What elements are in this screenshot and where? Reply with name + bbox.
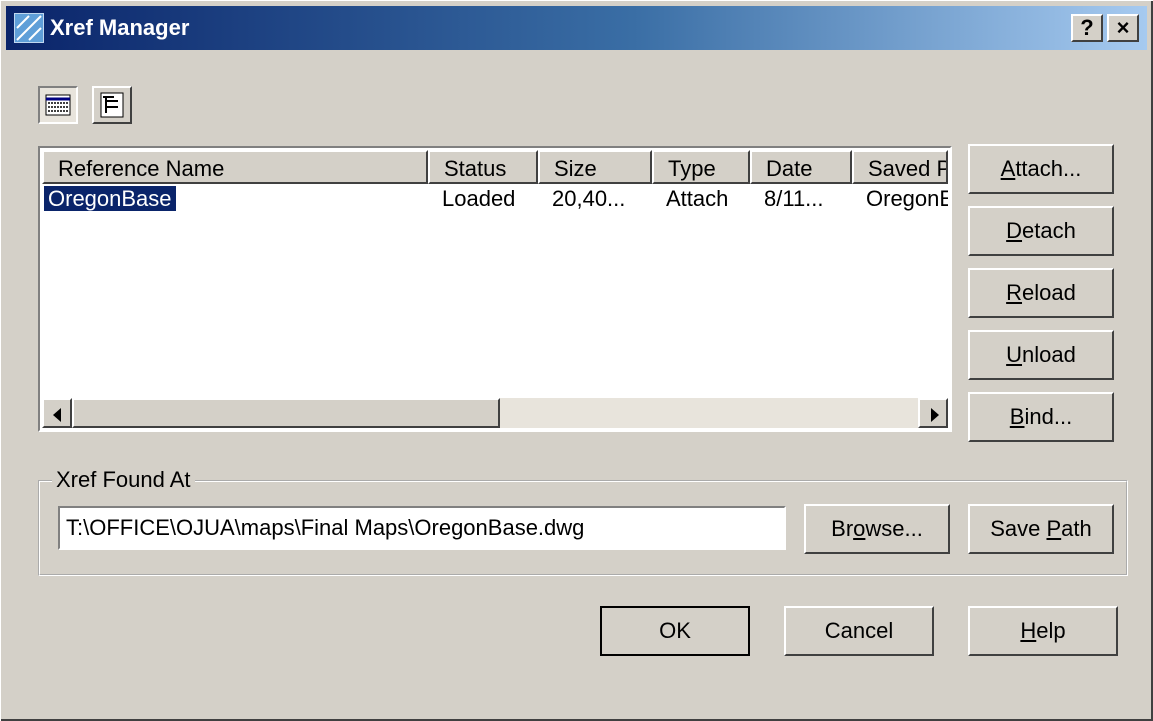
- scroll-left-button[interactable]: [42, 398, 72, 428]
- scroll-thumb[interactable]: [72, 398, 500, 428]
- tree-view-icon: [100, 92, 124, 118]
- xref-path-field[interactable]: T:\OFFICE\OJUA\maps\Final Maps\OregonBas…: [58, 506, 786, 550]
- left-arrow-icon: [53, 408, 61, 422]
- browse-button[interactable]: Browse...: [804, 504, 950, 554]
- column-status[interactable]: Status: [428, 150, 538, 184]
- window-title: Xref Manager: [50, 15, 190, 40]
- column-saved-path[interactable]: Saved P: [852, 150, 948, 184]
- cancel-button[interactable]: Cancel: [784, 606, 934, 656]
- detach-button[interactable]: Detach: [968, 206, 1114, 256]
- saved-path-cell: OregonE: [866, 186, 948, 211]
- right-arrow-icon: [931, 408, 939, 422]
- size-cell: 20,40...: [552, 186, 626, 211]
- help-title-button[interactable]: ?: [1071, 14, 1103, 42]
- app-icon: [14, 13, 44, 43]
- tree-view-button[interactable]: [92, 86, 132, 124]
- reference-name-cell[interactable]: OregonBase: [43, 185, 177, 212]
- type-cell: Attach: [666, 186, 729, 211]
- date-cell: 8/11...: [764, 186, 824, 211]
- save-path-button[interactable]: Save Path: [968, 504, 1114, 554]
- horizontal-scrollbar[interactable]: [42, 398, 948, 428]
- unload-button[interactable]: Unload: [968, 330, 1114, 380]
- xref-manager-dialog: Xref Manager ? × Reference Name Status S…: [0, 0, 1153, 721]
- list-view-icon: [45, 94, 71, 116]
- xref-found-at-label: Xref Found At: [52, 466, 195, 494]
- xref-list[interactable]: Reference Name Status Size Type Date Sav…: [38, 146, 952, 432]
- close-button[interactable]: ×: [1107, 14, 1139, 42]
- attach-button[interactable]: Attach...: [968, 144, 1114, 194]
- column-size[interactable]: Size: [538, 150, 652, 184]
- status-cell: Loaded: [442, 186, 516, 211]
- ok-button[interactable]: OK: [600, 606, 750, 656]
- help-button[interactable]: Help: [968, 606, 1118, 656]
- list-view-button[interactable]: [38, 86, 78, 124]
- table-row[interactable]: OregonBase Loaded 20,40... Attach 8/11..…: [42, 184, 948, 214]
- column-type[interactable]: Type: [652, 150, 750, 184]
- list-header: Reference Name Status Size Type Date Sav…: [42, 150, 948, 184]
- bind-button[interactable]: Bind...: [968, 392, 1114, 442]
- scroll-right-button[interactable]: [918, 398, 948, 428]
- column-reference-name[interactable]: Reference Name: [42, 150, 428, 184]
- column-date[interactable]: Date: [750, 150, 852, 184]
- reload-button[interactable]: Reload: [968, 268, 1114, 318]
- title-bar[interactable]: Xref Manager ? ×: [6, 6, 1147, 50]
